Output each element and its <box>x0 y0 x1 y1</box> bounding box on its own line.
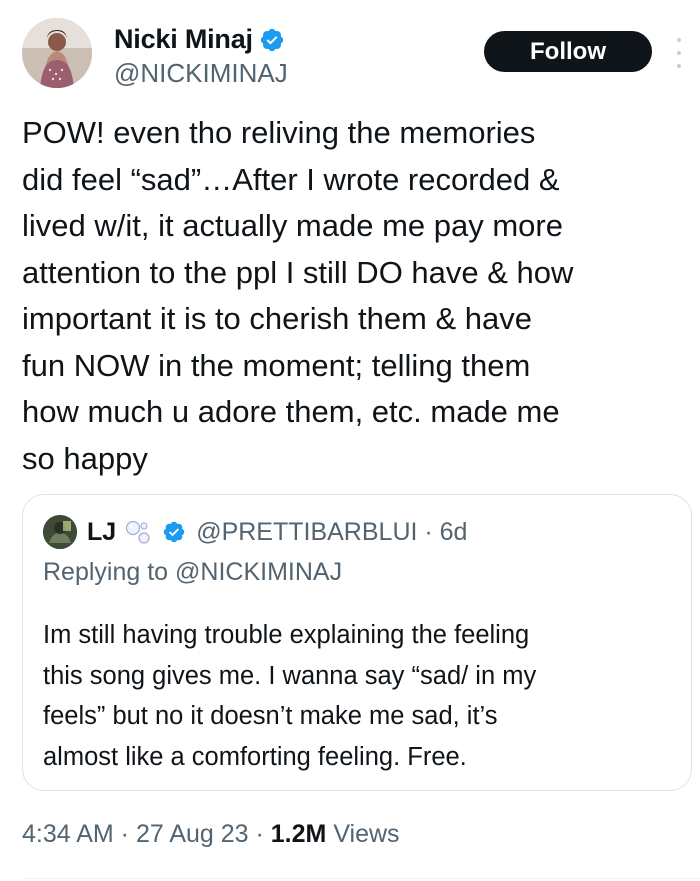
views-count: 1.2M <box>270 820 327 848</box>
quoted-line: feels” but no it doesn’t make me sad, it… <box>43 702 498 730</box>
author-name-row: Nicki Minaj <box>114 24 285 55</box>
quoted-avatar[interactable] <box>43 515 77 549</box>
more-dot <box>677 64 681 68</box>
views-label: Views <box>326 820 400 848</box>
tweet-timestamp[interactable]: 4:34 AM · 27 Aug 23 · <box>22 820 271 848</box>
tweet-line: POW! even tho reliving the memories <box>22 115 536 150</box>
tweet-line: fun NOW in the moment; telling them <box>22 347 531 383</box>
replying-to[interactable]: Replying to @NICKIMINAJ <box>43 558 342 587</box>
tweet-line: attention to the ppl I still DO have & h… <box>22 254 574 290</box>
quoted-text: Im still having trouble explaining the f… <box>43 615 536 777</box>
profile-photo-icon <box>22 18 92 88</box>
tweet-line: so happy <box>22 440 148 476</box>
verified-badge-icon <box>162 520 186 544</box>
tweet-meta: 4:34 AM · 27 Aug 23 · 1.2M Views <box>22 820 400 849</box>
tweet-line: how much u adore them, etc. made me <box>22 394 560 429</box>
bubbles-icon <box>124 517 154 547</box>
divider <box>22 878 700 879</box>
tweet-line: important it is to cherish them & have <box>22 301 533 336</box>
quoted-line: this song gives me. I wanna say “sad/ in… <box>43 661 537 690</box>
tweet-line: did feel “sad”…After I wrote recorded & <box>22 161 560 197</box>
more-dot <box>677 51 681 55</box>
verified-badge-icon <box>259 27 285 53</box>
author-avatar[interactable] <box>22 18 92 88</box>
quoted-header: LJ @PRETTIBARBLUI · 6d <box>43 515 467 549</box>
vertical-ellipsis-icon[interactable] <box>672 38 686 68</box>
quoted-line: almost like a comforting feeling. Free. <box>43 742 467 771</box>
author-handle[interactable]: @NICKIMINAJ <box>114 58 288 89</box>
quoted-handle-time[interactable]: @PRETTIBARBLUI · 6d <box>196 518 467 547</box>
tweet-header: Nicki Minaj @NICKIMINAJ Follow <box>0 0 700 110</box>
follow-button[interactable]: Follow <box>484 31 652 72</box>
more-dot <box>677 38 681 42</box>
quoted-tweet-card[interactable]: LJ @PRETTIBARBLUI · 6d Replying to @NICK… <box>22 494 692 791</box>
tweet-text: POW! even tho reliving the memories did … <box>22 110 694 482</box>
author-display-name[interactable]: Nicki Minaj <box>114 24 253 55</box>
quoted-line: Im still having trouble explaining the f… <box>43 621 530 649</box>
quoted-display-name[interactable]: LJ <box>87 518 116 547</box>
tweet-line: lived w/it, it actually made me pay more <box>22 208 563 243</box>
